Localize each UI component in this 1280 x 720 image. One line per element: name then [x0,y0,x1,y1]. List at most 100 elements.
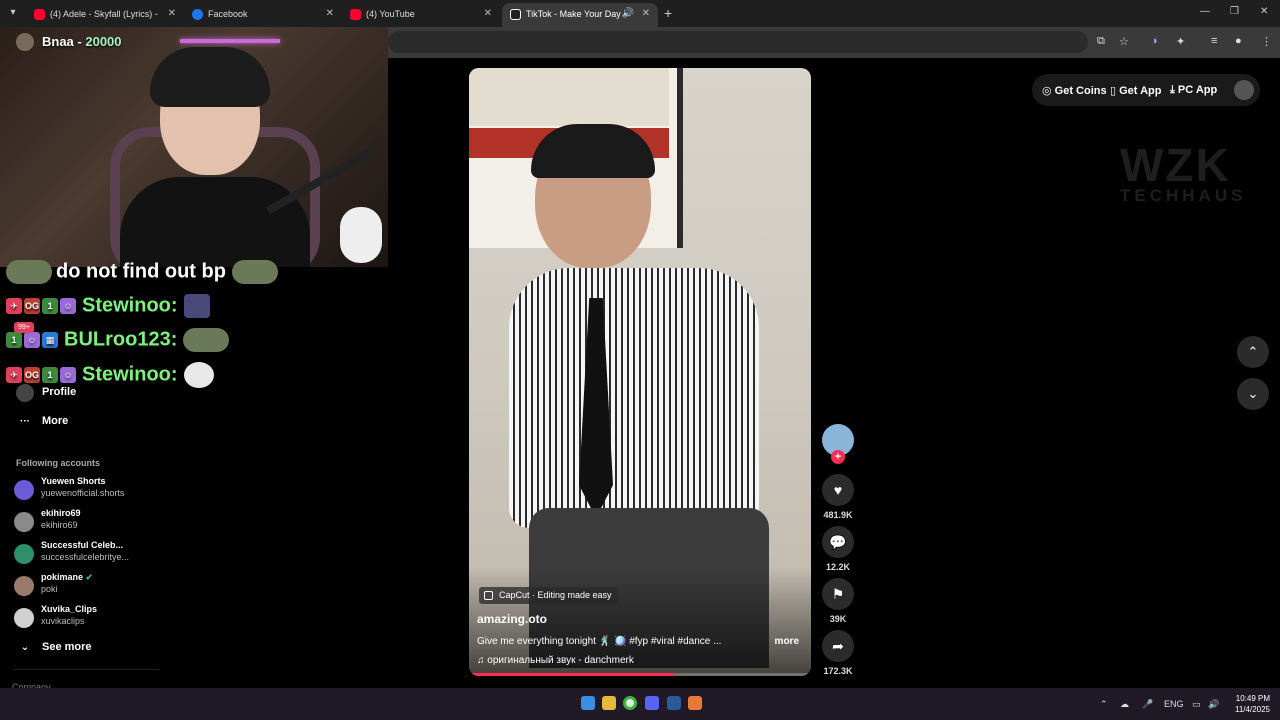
file-explorer-icon[interactable] [602,696,616,710]
pc-app-label: PC App [1177,84,1218,96]
close-tab-icon[interactable]: ✕ [168,3,176,25]
profile-avatar-icon[interactable]: ● [1235,35,1242,47]
sidebar-divider [14,669,159,670]
minimize-icon[interactable]: — [1200,6,1210,17]
tab-search-icon[interactable]: ▾ [4,5,22,21]
og-badge-icon: OG [24,367,40,384]
close-window-icon[interactable]: ✕ [1260,6,1268,17]
microphone-icon[interactable]: 🎤 [1142,699,1153,710]
tab-tiktok[interactable]: TikTok - Make Your Day 🔊 ✕ [502,3,658,27]
top-actions-bar: ◎ Get Coins ▯ Get App ⤓ PC App [1032,74,1260,106]
chat-message: 1 ☺ ▦ BULroo123: [6,328,230,356]
mask-badge-icon: ☺ [24,332,40,349]
chevron-down-icon: ⌄ [20,642,30,653]
tray-chevron-up-icon[interactable]: ⌃ [1100,699,1108,710]
following-account[interactable]: Successful Celeb... successfulcelebritye… [14,540,164,568]
rocket-badge-icon: ✈ [6,367,22,384]
streamer-body [120,177,310,267]
comment-icon[interactable]: 💬 [822,526,854,558]
streamer-count: 20000 [85,34,122,49]
following-accounts-header: Following accounts [16,458,101,468]
menu-kebab-icon[interactable]: ⋮ [1261,35,1272,48]
sidebar-item-label: More [42,415,69,427]
app-icon[interactable] [688,696,702,710]
windows-start-icon[interactable] [581,696,595,710]
speaker-icon[interactable]: 🔊 [622,3,634,25]
watermark-line2: TECHHAUS [1120,186,1247,205]
get-coins-label: Get Coins [1054,85,1107,97]
streamer-webcam: Bnaa - 20000 [0,27,388,267]
bookmark-icon[interactable]: ⚑ [822,578,854,610]
close-tab-icon[interactable]: ✕ [642,3,650,25]
video-progress-bar[interactable] [469,673,811,676]
following-account[interactable]: Yuewen Shorts yuewenofficial.shorts [14,476,164,504]
headline-text: do not find out bp [56,260,226,283]
volume-icon[interactable]: 🔊 [1208,699,1219,710]
chrome-icon[interactable] [623,696,637,710]
windows-taskbar: ⌃ ☁ 🎤 ENG ▭ 🔊 10:49 PM 11/4/2025 [0,688,1280,720]
get-coins-button[interactable]: ◎ Get Coins [1042,84,1107,97]
install-app-icon[interactable]: ⧉ [1097,35,1105,48]
language-indicator[interactable]: ENG [1164,699,1184,709]
new-tab-icon[interactable]: + [664,5,672,21]
follow-plus-icon[interactable]: + [831,450,845,464]
first-badge-icon: 1 [42,367,58,384]
tab-title: (4) Adele - Skyfall (Lyrics) - YouTube [50,9,160,19]
chat-message: ✈ OG 1 ☺ Stewinoo: [6,362,214,390]
tab-facebook[interactable]: Facebook ✕ [184,3,342,27]
following-account[interactable]: ekihiro69 ekihiro69 [14,508,164,536]
system-clock[interactable]: 10:49 PM 11/4/2025 [1228,693,1270,715]
tab-title: (4) YouTube [366,9,415,19]
avatar [14,480,34,500]
chat-message: ✈ OG 1 ☺ Stewinoo: [6,294,210,322]
clock-time: 10:49 PM [1235,694,1270,703]
streamer-hair [150,47,270,107]
watermark: WZK TECHHAUS [1120,138,1246,206]
video-music[interactable]: ♫ оригинальный звук - danchmerk [477,655,634,666]
more-button[interactable]: more [775,636,799,647]
frog-emote-icon [231,260,278,284]
media-control-icon[interactable]: ≡ [1211,35,1217,47]
share-arrow-icon[interactable]: ➦ [822,630,854,662]
chat-badges: ✈ OG 1 ☺ [6,364,78,387]
og-badge-icon: OG [24,298,40,315]
user-avatar[interactable] [1234,80,1254,100]
next-video-chevron-down-icon[interactable]: ⌄ [1237,378,1269,410]
close-tab-icon[interactable]: ✕ [484,3,492,25]
bookmark-star-icon[interactable]: ☆ [1119,35,1129,48]
youtube-icon [350,9,361,20]
app-icon[interactable] [667,696,681,710]
account-name: ekihiro69 [41,508,81,518]
following-account[interactable]: pokimane ✔ poki [14,572,164,600]
rocket-badge-icon: ✈ [6,298,22,315]
mask-badge-icon: ☺ [60,298,76,315]
video-subject-shirt [509,268,759,528]
video-author[interactable]: amazing.oto [477,612,547,626]
tab-adele-skyfall[interactable]: (4) Adele - Skyfall (Lyrics) - YouTube ✕ [26,3,184,27]
account-name: Yuewen Shorts [41,476,106,486]
extensions-icon[interactable]: ✦ [1176,35,1185,48]
capcut-tag[interactable]: CapCut · Editing made easy [479,587,618,604]
like-heart-icon[interactable]: ♥ [822,474,854,506]
video-player[interactable]: CapCut · Editing made easy amazing.oto G… [469,68,811,676]
close-tab-icon[interactable]: ✕ [326,3,334,25]
address-bar[interactable] [388,31,1088,53]
streamer-title: Bnaa - 20000 [42,34,122,49]
save-count: 39K [829,614,847,624]
pc-app-button[interactable]: ⤓ PC App [1170,84,1217,97]
tab-youtube[interactable]: (4) YouTube ✕ [342,3,500,27]
onedrive-icon[interactable]: ☁ [1120,699,1129,710]
account-name: Successful Celeb... [41,540,124,550]
previous-video-chevron-up-icon[interactable]: ⌃ [1237,336,1269,368]
verified-check-icon: ✔ [85,572,94,582]
account-name: pokimane ✔ [41,572,151,583]
clock-date: 11/4/2025 [1235,705,1270,714]
tab-title: TikTok - Make Your Day [526,9,621,19]
audio-icon[interactable]: ◗ [1152,35,1159,47]
following-account[interactable]: Xuvika_Clips xuvikaclips [14,604,164,632]
poster-sky [469,68,669,126]
discord-icon[interactable] [645,696,659,710]
network-icon[interactable]: ▭ [1192,699,1201,710]
restore-icon[interactable]: ❐ [1230,6,1239,17]
get-app-button[interactable]: ▯ Get App [1110,84,1161,97]
